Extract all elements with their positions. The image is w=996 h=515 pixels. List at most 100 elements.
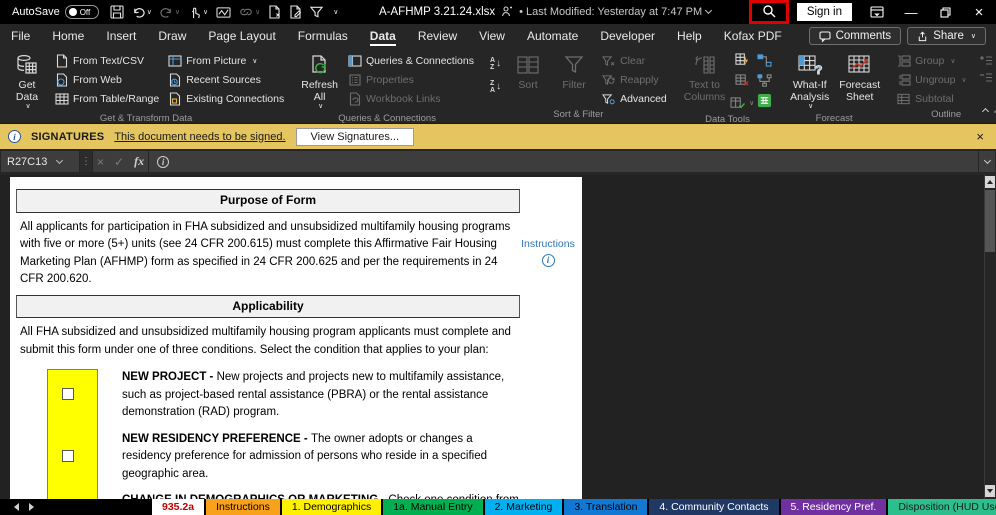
queries-connections-button[interactable]: Queries & Connections [344,52,477,70]
existing-connections-button[interactable]: Existing Connections [164,90,287,108]
formula-bar-handle[interactable]: ⋮ [80,151,92,172]
quick-access-toolbar: ∨ ∨ ∨ ∨ [107,3,342,21]
save-icon[interactable] [107,3,127,21]
tab-automate[interactable]: Automate [516,26,589,47]
sort-ascending-button[interactable]: AZ↓ [487,55,504,72]
insert-function-icon[interactable]: fx [134,154,144,169]
sheet-nav-right-icon[interactable] [29,503,34,511]
touch-dropdown-icon[interactable]: ∨ [203,9,208,16]
expand-formula-bar-icon[interactable] [979,151,995,172]
get-data-button[interactable]: Get Data∨ [5,51,49,112]
sheet-tab-disposition[interactable]: Disposition (HUD Use Only) [888,499,996,515]
last-modified[interactable]: • Last Modified: Yesterday at 7:47 PM [519,6,711,18]
workbook-links-button: Workbook Links [344,90,477,108]
vertical-scrollbar[interactable] [984,175,996,499]
tab-insert[interactable]: Insert [95,26,147,47]
formula-input[interactable]: i [149,151,978,172]
forecast-sheet-button[interactable]: Forecast Sheet [836,51,883,105]
from-web-button[interactable]: From Web [51,71,162,89]
sheet-tab-translation[interactable]: 3. Translation [564,499,647,515]
signatures-message-link[interactable]: This document needs to be signed. [114,131,285,143]
from-text-csv-button[interactable]: From Text/CSV [51,52,162,70]
tab-page-layout[interactable]: Page Layout [197,26,286,47]
name-box[interactable]: R27C13 [1,151,79,172]
recent-sources-button[interactable]: Recent Sources [164,71,287,89]
from-picture-button[interactable]: From Picture ∨ [164,52,287,70]
instructions-link[interactable]: Instructions i [517,237,579,268]
relationships-icon[interactable] [757,54,772,72]
what-if-analysis-button[interactable]: ? What-If Analysis∨ [785,51,834,112]
group-label-outline: Outline [888,108,996,123]
ribbon-display-options-icon[interactable] [860,0,894,24]
new-project-checkbox[interactable] [62,388,74,400]
sheet-tab-marketing[interactable]: 2. Marketing [485,499,563,515]
search-annotation-box [749,0,789,24]
purpose-of-form-heading: Purpose of Form [16,189,520,213]
sign-in-button[interactable]: Sign in [797,3,852,21]
sheet-tab-935-2a[interactable]: 935.2a [152,499,204,515]
filter-icon[interactable] [307,4,326,20]
tab-data[interactable]: Data [359,26,407,47]
name-box-dropdown-icon[interactable] [56,156,63,163]
comments-button[interactable]: Comments [809,27,902,45]
tab-draw[interactable]: Draw [147,26,197,47]
signature-line-icon[interactable] [213,4,234,21]
collapse-ribbon-icon[interactable] [983,101,988,119]
condition-list: NEW PROJECT - New projects and projects … [14,369,520,499]
scroll-down-icon[interactable] [985,485,995,497]
from-table-range-button[interactable]: From Table/Range [51,90,162,108]
scroll-up-icon[interactable] [985,176,995,188]
clear-filter-button: Clear [598,52,670,70]
instructions-info-icon[interactable]: i [542,254,555,267]
new-residency-preference-checkbox[interactable] [62,450,74,462]
tab-home[interactable]: Home [41,26,95,47]
tab-formulas[interactable]: Formulas [287,26,359,47]
tab-kofax-pdf[interactable]: Kofax PDF [713,26,793,47]
sheet-tab-manual-entry[interactable]: 1a. Manual Entry [383,499,482,515]
vertical-scrollbar-thumb[interactable] [985,190,995,252]
data-validation-icon[interactable]: ∨ [730,97,754,110]
search-icon[interactable] [762,4,776,21]
refresh-all-button[interactable]: Refresh All∨ [297,51,342,112]
consolidate-icon[interactable] [757,74,772,92]
advanced-filter-button[interactable]: Advanced [598,90,670,108]
title-bar: AutoSave Off ∨ ∨ ∨ [0,0,996,24]
sheet-tab-residency-pref[interactable]: 5. Residency Pref. [781,499,887,515]
data-model-icon[interactable] [757,93,772,113]
tab-developer[interactable]: Developer [589,26,666,47]
group-queries-connections: Refresh All∨ Queries & Connections Prope… [292,48,482,123]
tab-help[interactable]: Help [666,26,713,47]
delete-sheet-icon[interactable] [265,3,284,21]
autosave-switch-icon[interactable]: Off [65,5,99,19]
sheet-tab-demographics[interactable]: 1. Demographics [282,499,381,515]
edit-sheet-icon[interactable] [286,3,305,21]
tab-file[interactable]: File [0,26,41,47]
purpose-text: All applicants for participation in FHA … [14,218,520,295]
restore-button[interactable] [928,0,962,24]
signatures-close-icon[interactable]: × [972,129,988,144]
undo-dropdown-icon[interactable]: ∨ [147,9,152,16]
sheet-tab-instructions[interactable]: Instructions [206,499,280,515]
tab-view[interactable]: View [468,26,516,47]
signatures-title: SIGNATURES [31,131,104,143]
share-button[interactable]: Share ∨ [907,27,986,45]
flash-fill-icon[interactable] [735,53,750,73]
minimize-button[interactable]: — [894,0,928,24]
qat-overflow-icon[interactable]: ∨ [328,7,341,18]
touch-mode-button[interactable]: ∨ [185,4,211,21]
sheet-nav-left-icon[interactable] [14,503,19,511]
group-outline: Group ∨ Ungroup ∨ Subtotal [888,48,996,123]
undo-button[interactable]: ∨ [129,4,155,21]
tab-review[interactable]: Review [407,26,468,47]
group-label-get-transform: Get & Transform Data [0,112,292,127]
from-picture-dropdown-icon: ∨ [252,58,257,65]
applicability-text: All FHA subsidized and unsubsidized mult… [14,323,520,365]
sort-descending-button[interactable]: ZA↓ [487,78,504,95]
ribbon-data-pane: Get Data∨ From Text/CSV From Web From Ta… [0,48,996,124]
ungroup-button: Ungroup ∨ [893,71,969,89]
close-button[interactable]: × [962,0,996,24]
view-signatures-button[interactable]: View Signatures... [296,128,414,146]
autosave-toggle[interactable]: AutoSave Off [0,5,107,19]
sheet-tab-community-contacts[interactable]: 4. Community Contacts [649,499,778,515]
remove-duplicates-icon[interactable] [735,74,750,92]
